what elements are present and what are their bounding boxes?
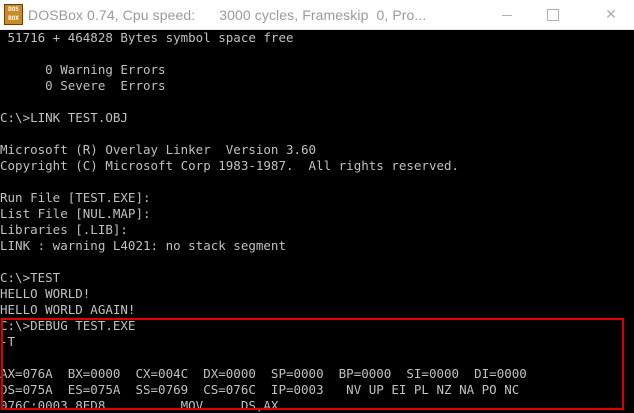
console-line: Microsoft (R) Overlay Linker Version 3.6… — [0, 142, 317, 157]
console-line: 0 Warning Errors — [0, 62, 166, 77]
window-title: DOSBox 0.74, Cpu speed: 3000 cycles, Fra… — [28, 7, 427, 23]
dosbox-app-icon[interactable]: DOS BOX — [4, 4, 23, 25]
app-icon-text-top: DOS — [8, 6, 19, 13]
console-line: HELLO WORLD! — [0, 286, 91, 301]
console-line: Copyright (C) Microsoft Corp 1983-1987. … — [0, 158, 460, 173]
dosbox-window: DOS BOX DOSBox 0.74, Cpu speed: 3000 cyc… — [0, 0, 634, 413]
minimize-icon — [502, 14, 512, 16]
maximize-icon — [547, 9, 559, 21]
close-icon: ✕ — [605, 7, 617, 23]
dos-console[interactable]: 51716 + 464828 Bytes symbol space free 0… — [0, 30, 634, 413]
console-line: -T — [0, 334, 16, 349]
console-line: 51716 + 464828 Bytes symbol space free — [0, 30, 294, 45]
console-line: C:\>TEST — [0, 270, 61, 285]
maximize-button[interactable] — [530, 0, 576, 30]
console-line: Run File [TEST.EXE]: — [0, 190, 151, 205]
console-line: AX=076A BX=0000 CX=004C DX=0000 SP=0000 … — [0, 366, 527, 381]
close-button[interactable]: ✕ — [588, 0, 634, 30]
console-line: HELLO WORLD AGAIN! — [0, 302, 136, 317]
minimize-button[interactable] — [484, 0, 530, 30]
console-line: C:\>LINK TEST.OBJ — [0, 110, 128, 125]
console-line: LINK : warning L4021: no stack segment — [0, 238, 286, 253]
console-line: DS=075A ES=075A SS=0769 CS=076C IP=0003 … — [0, 382, 520, 397]
console-line: 076C:0003 8ED8 MOV DS,AX — [0, 398, 279, 413]
console-line: 0 Severe Errors — [0, 78, 166, 93]
title-bar[interactable]: DOS BOX DOSBox 0.74, Cpu speed: 3000 cyc… — [0, 0, 634, 30]
console-line: List File [NUL.MAP]: — [0, 206, 151, 221]
console-line: C:\>DEBUG TEST.EXE — [0, 318, 136, 333]
app-icon-text-bottom: BOX — [8, 15, 19, 22]
console-line: Libraries [.LIB]: — [0, 222, 128, 237]
